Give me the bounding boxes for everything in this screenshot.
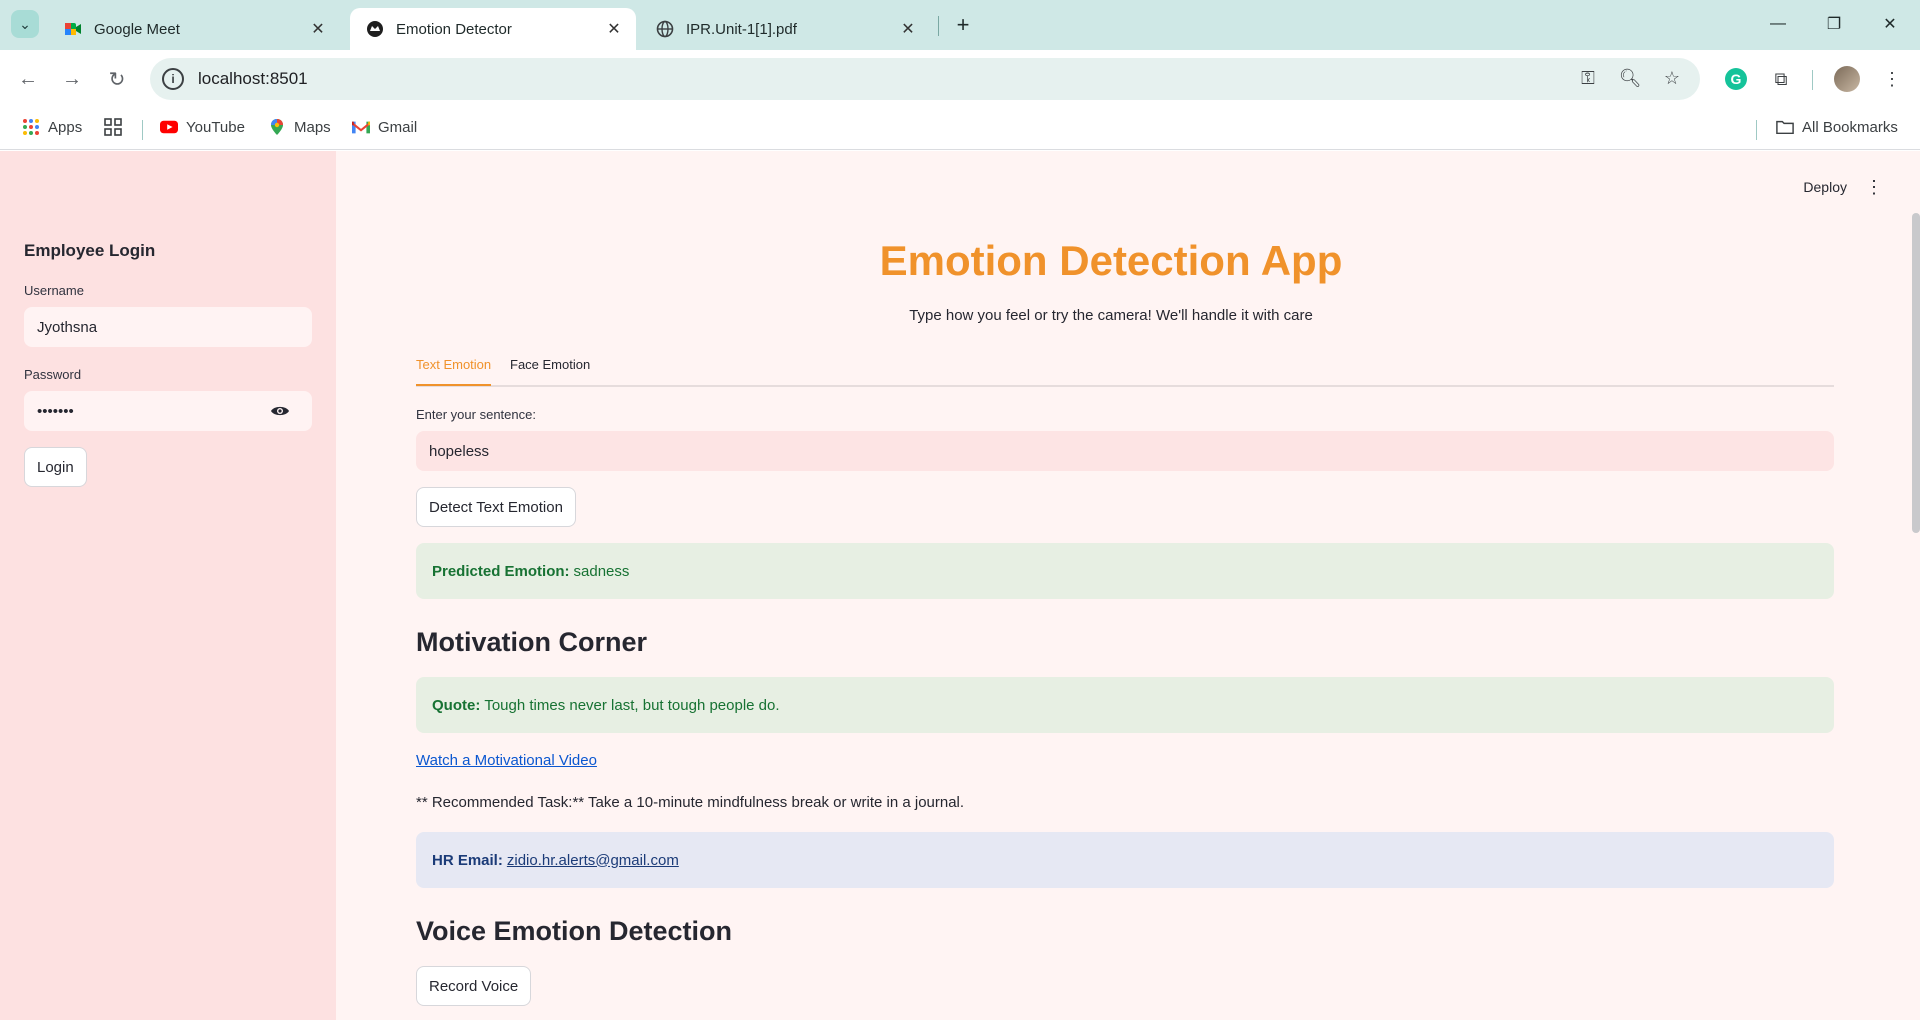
folder-icon: [1776, 118, 1794, 136]
bookmark-apps[interactable]: Apps: [22, 118, 82, 136]
page-title: Emotion Detection App: [879, 237, 1343, 284]
tab-search-button[interactable]: ⌄: [11, 10, 39, 38]
bookmark-label: Gmail: [378, 118, 418, 136]
bookmark-all-bookmarks[interactable]: All Bookmarks: [1776, 118, 1898, 136]
gmail-icon: [352, 118, 370, 136]
detect-text-emotion-button[interactable]: Detect Text Emotion: [416, 487, 576, 527]
prediction-value: sadness: [573, 562, 630, 580]
close-icon[interactable]: ✕: [308, 19, 328, 39]
tab-face-emotion[interactable]: Face Emotion: [510, 357, 590, 384]
quote-label: Quote:: [432, 696, 481, 714]
quote-alert: Quote: Tough times never last, but tough…: [416, 677, 1834, 733]
youtube-icon: [160, 118, 178, 136]
grammarly-extension[interactable]: G: [1722, 65, 1750, 93]
password-value: •••••••: [37, 402, 74, 420]
password-key-icon[interactable]: ⚿: [1578, 68, 1598, 88]
bookmark-tab-groups[interactable]: [104, 118, 130, 136]
username-field[interactable]: Jyothsna: [24, 307, 312, 347]
tab-text-emotion[interactable]: Text Emotion: [416, 357, 492, 386]
hr-email-label: HR Email:: [432, 851, 503, 869]
page-subtitle: Type how you feel or try the camera! We'…: [909, 307, 1313, 324]
tab-emotion-detector[interactable]: Emotion Detector ✕: [350, 8, 636, 50]
avatar: [1834, 66, 1860, 92]
bookmark-maps[interactable]: Maps: [268, 118, 331, 136]
new-tab-button[interactable]: +: [950, 12, 976, 38]
prediction-label: Predicted Emotion:: [432, 562, 570, 580]
record-voice-button[interactable]: Record Voice: [416, 966, 532, 1006]
forward-icon[interactable]: →: [58, 65, 86, 93]
browser-toolbar: ← → ↻ i localhost:8501 ⚿ 🔍︎ ☆ G ⧉ ⋮: [0, 50, 1920, 108]
emotion-tabs: Text Emotion Face Emotion: [416, 349, 1834, 387]
close-icon[interactable]: ✕: [604, 19, 624, 39]
hr-email-alert: HR Email: zidio.hr.alerts@gmail.com: [416, 832, 1834, 888]
bookmark-label: All Bookmarks: [1802, 118, 1898, 136]
main-menu-icon[interactable]: ⋮: [1863, 173, 1885, 201]
motivational-video-link[interactable]: Watch a Motivational Video: [416, 752, 597, 769]
toolbar-divider: [1812, 70, 1813, 90]
prediction-alert: Predicted Emotion: sadness: [416, 543, 1834, 599]
main-content: Deploy ⋮ Emotion Detection App Type how …: [336, 151, 1920, 1020]
close-icon[interactable]: ✕: [898, 19, 918, 39]
bookmarks-bar: Apps YouTube Maps Gmail All Bookmarks: [0, 108, 1920, 150]
quote-text: Tough times never last, but tough people…: [484, 696, 780, 714]
scrollbar[interactable]: [1912, 213, 1920, 533]
address-bar[interactable]: i localhost:8501 ⚿ 🔍︎ ☆: [150, 58, 1700, 100]
maps-icon: [268, 118, 286, 136]
show-password-eye-icon[interactable]: [270, 401, 290, 421]
bookmark-divider: [1756, 120, 1757, 140]
streamlit-icon: [366, 20, 384, 38]
password-field[interactable]: •••••••: [24, 391, 312, 431]
tab-google-meet[interactable]: Google Meet ✕: [48, 8, 340, 50]
bookmark-label: Apps: [48, 118, 83, 136]
tab-divider: [938, 16, 939, 36]
bookmark-label: YouTube: [186, 118, 245, 136]
url-text[interactable]: localhost:8501: [198, 69, 308, 89]
google-meet-icon: [64, 20, 82, 38]
browser-tabstrip: ⌄ Google Meet ✕ Emotion Detector ✕ IPR.U…: [0, 0, 1920, 50]
bookmark-youtube[interactable]: YouTube: [160, 118, 245, 136]
tab-title: IPR.Unit-1[1].pdf: [686, 20, 797, 38]
browser-menu-icon[interactable]: ⋮: [1878, 65, 1906, 93]
tab-title: Google Meet: [94, 20, 180, 38]
apps-grid-icon: [22, 118, 40, 136]
sidebar: Employee Login Username Jyothsna Passwor…: [0, 151, 336, 1020]
restore-icon[interactable]: ❐: [1811, 10, 1857, 38]
password-label: Password: [24, 367, 82, 382]
tab-groups-icon: [104, 118, 122, 136]
motivation-heading: Motivation Corner: [416, 627, 648, 657]
zoom-icon[interactable]: 🔍︎: [1619, 68, 1642, 88]
site-info-icon[interactable]: i: [162, 68, 184, 90]
reload-icon[interactable]: ↻: [103, 65, 131, 93]
grammarly-icon: G: [1725, 68, 1747, 90]
minimize-icon[interactable]: —: [1755, 10, 1801, 38]
bookmark-gmail[interactable]: Gmail: [352, 118, 417, 136]
sentence-input[interactable]: hopeless: [416, 431, 1834, 471]
tab-title: Emotion Detector: [396, 20, 512, 38]
extensions-puzzle-icon[interactable]: ⧉: [1767, 65, 1795, 93]
login-button[interactable]: Login: [24, 447, 87, 487]
hr-email-link[interactable]: zidio.hr.alerts@gmail.com: [507, 852, 679, 869]
sentence-label: Enter your sentence:: [416, 407, 536, 422]
bookmark-star-icon[interactable]: ☆: [1662, 68, 1682, 88]
bookmark-label: Maps: [294, 118, 331, 136]
window-close-icon[interactable]: ✕: [1867, 10, 1913, 38]
voice-heading: Voice Emotion Detection: [416, 916, 733, 946]
recommended-task-text: ** Recommended Task:** Take a 10-minute …: [416, 794, 965, 811]
tab-pdf[interactable]: IPR.Unit-1[1].pdf ✕: [640, 8, 930, 50]
profile-avatar[interactable]: [1833, 65, 1861, 93]
sidebar-heading: Employee Login: [24, 241, 156, 260]
username-label: Username: [24, 283, 84, 298]
deploy-button[interactable]: Deploy: [1803, 179, 1847, 195]
globe-icon: [656, 20, 674, 38]
bookmark-divider: [142, 120, 143, 140]
back-icon[interactable]: ←: [14, 65, 42, 93]
